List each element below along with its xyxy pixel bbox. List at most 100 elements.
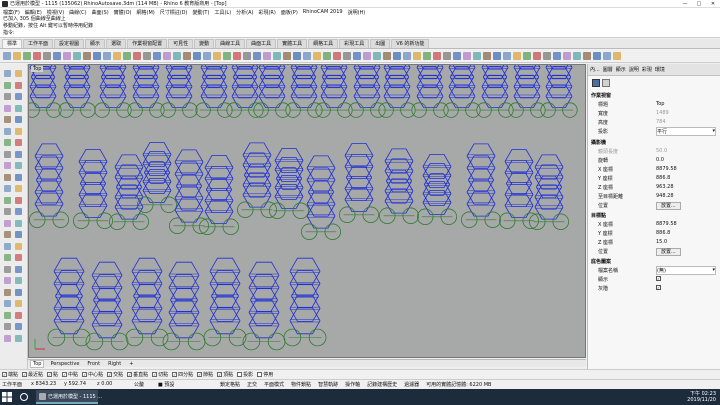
projection-select[interactable]: 平行 ▾	[656, 126, 716, 136]
osnap-toggle[interactable]: ✓ 頂點	[217, 371, 233, 378]
menu-item[interactable]: 尺寸標註(D)	[160, 9, 188, 16]
hex-pattern-piece[interactable]	[416, 154, 458, 226]
maximize-button[interactable]: □	[692, 0, 706, 8]
toolbar-command-icon[interactable]	[293, 51, 301, 60]
status-toggle[interactable]: 可用的實體記憶體: 6220 MB	[426, 381, 491, 388]
toolbar-command-icon[interactable]	[353, 51, 361, 60]
toolbar-command-icon[interactable]	[283, 51, 291, 60]
osnap-toggle[interactable]: ✓ 點	[47, 371, 58, 378]
status-toggle[interactable]: 操作軸	[345, 381, 360, 388]
search-icon[interactable]	[20, 393, 28, 401]
hex-pattern-piece[interactable]	[29, 65, 62, 118]
left-tool-icon[interactable]	[15, 219, 22, 227]
panel-tab[interactable]: 環境	[655, 66, 665, 73]
menu-item[interactable]: 面板(P)	[281, 9, 298, 16]
left-tool-icon[interactable]	[4, 242, 11, 250]
menu-item[interactable]: RhinoCAM 2019	[303, 9, 343, 15]
osnap-checkbox[interactable]: ✓	[172, 371, 178, 377]
toolbar-tab[interactable]: 作業視窗配置	[127, 39, 168, 48]
toolbar-command-icon[interactable]	[453, 51, 461, 60]
left-tool-icon[interactable]	[15, 93, 22, 100]
panel-tab[interactable]: 彩現	[642, 66, 652, 73]
left-tool-icon[interactable]	[4, 254, 11, 261]
toolbar-tab[interactable]: 標準	[2, 39, 23, 48]
hex-pattern-piece[interactable]	[127, 65, 165, 118]
left-tool-icon[interactable]	[15, 311, 22, 319]
toolbar-command-icon[interactable]	[273, 51, 281, 60]
toolbar-tab[interactable]: 網格工具	[308, 39, 339, 48]
left-tool-icon[interactable]	[15, 334, 22, 342]
hex-pattern-piece[interactable]	[199, 155, 239, 236]
hex-pattern-piece[interactable]	[108, 154, 149, 231]
status-toggle[interactable]: 智慧軌跡	[318, 381, 338, 388]
toolbar-command-icon[interactable]	[343, 51, 351, 60]
hex-pattern-piece[interactable]	[47, 257, 91, 347]
osnap-toggle[interactable]: ✓ 垂直點	[127, 371, 148, 378]
toolbar-tab[interactable]: 變動	[194, 39, 215, 48]
toolbar-command-icon[interactable]	[513, 51, 521, 60]
status-toggle[interactable]: 記錄建構歷史	[367, 381, 397, 388]
hex-pattern-piece[interactable]	[460, 143, 502, 229]
toolbar-tab[interactable]: 曲面工具	[246, 39, 277, 48]
toolbar-command-icon[interactable]	[173, 51, 181, 60]
toolbar-command-icon[interactable]	[3, 51, 11, 60]
target-place-button[interactable]: 放置...	[656, 247, 681, 256]
osnap-toggle[interactable]: ✓ 節點	[197, 371, 213, 378]
viewport-tab[interactable]: Right	[106, 361, 123, 367]
hex-pattern-piece[interactable]	[242, 261, 286, 351]
menu-item[interactable]: 編輯(E)	[25, 9, 42, 16]
wallpaper-file-select[interactable]: (無) ▾	[656, 265, 716, 275]
left-tool-icon[interactable]	[15, 265, 22, 273]
toolbar-command-icon[interactable]	[183, 51, 191, 60]
left-tool-icon[interactable]	[4, 93, 11, 100]
hex-pattern-piece[interactable]	[476, 65, 514, 118]
left-tool-icon[interactable]	[15, 288, 22, 296]
add-view-tab-button[interactable]: +	[127, 361, 135, 367]
hex-pattern-piece[interactable]	[443, 65, 481, 118]
osnap-toggle[interactable]: ✓ 中心點	[82, 371, 103, 378]
left-tool-icon[interactable]	[4, 334, 11, 342]
toolbar-command-icon[interactable]	[33, 51, 41, 60]
layer-indicator[interactable]: ■ 預設	[158, 381, 174, 388]
left-tool-icon[interactable]	[4, 127, 11, 135]
toolbar-tab[interactable]: 顯示	[85, 39, 106, 48]
left-tool-icon[interactable]	[4, 219, 11, 227]
hex-pattern-piece[interactable]	[540, 65, 578, 118]
hex-pattern-piece[interactable]	[253, 65, 291, 118]
osnap-checkbox[interactable]: ✓	[127, 371, 133, 377]
toolbar-command-icon[interactable]	[493, 51, 501, 60]
hex-pattern-piece[interactable]	[160, 65, 198, 118]
osnap-toggle[interactable]: ✓ 交點	[107, 371, 123, 378]
osnap-checkbox[interactable]: ✓	[62, 371, 68, 377]
toolbar-command-icon[interactable]	[573, 51, 581, 60]
toolbar-command-icon[interactable]	[603, 51, 611, 60]
panel-tab[interactable]: 顯示	[616, 66, 626, 73]
toolbar-tab[interactable]: 曲線工具	[215, 39, 246, 48]
menu-item[interactable]: 檢視(V)	[47, 9, 64, 16]
left-tool-icon[interactable]	[4, 288, 11, 296]
minimize-button[interactable]: —	[678, 0, 692, 8]
hex-pattern-piece[interactable]	[338, 143, 380, 224]
left-tool-icon[interactable]	[15, 277, 22, 284]
toolbar-tab[interactable]: 選取	[106, 39, 127, 48]
osnap-toggle[interactable]: 停用	[257, 371, 273, 378]
toolbar-command-icon[interactable]	[373, 51, 381, 60]
toolbar-command-icon[interactable]	[93, 51, 101, 60]
toolbar-tab[interactable]: 實體工具	[277, 39, 308, 48]
left-tool-icon[interactable]	[4, 265, 11, 273]
osnap-toggle[interactable]: ✓ 切點	[152, 371, 168, 378]
left-tool-icon[interactable]	[4, 139, 11, 146]
left-tool-icon[interactable]	[15, 162, 22, 169]
toolbar-command-icon[interactable]	[253, 51, 261, 60]
left-tool-icon[interactable]	[15, 139, 22, 146]
hex-pattern-piece[interactable]	[136, 142, 177, 214]
toolbar-tab[interactable]: 設定視圖	[54, 39, 85, 48]
viewport-canvas[interactable]	[29, 65, 585, 357]
osnap-toggle[interactable]: 投影	[237, 371, 253, 378]
left-tool-icon[interactable]	[4, 185, 11, 192]
osnap-toggle[interactable]: ✓ 最近點	[22, 371, 43, 378]
left-tool-icon[interactable]	[15, 104, 22, 112]
left-tool-icon[interactable]	[4, 323, 11, 330]
toolbar-command-icon[interactable]	[263, 51, 271, 60]
left-tool-icon[interactable]	[4, 104, 11, 112]
